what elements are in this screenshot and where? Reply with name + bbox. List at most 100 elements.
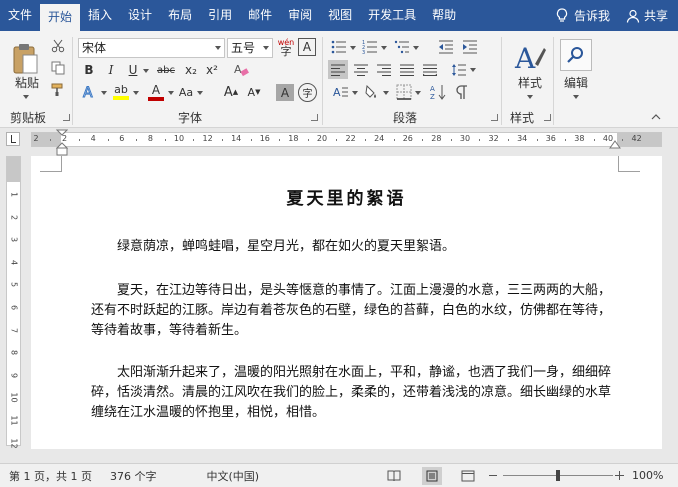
paste-label[interactable]: 粘贴: [12, 74, 42, 90]
tab-review[interactable]: 审阅: [280, 0, 320, 31]
borders-dropdown-arrow[interactable]: [415, 91, 421, 95]
tab-insert[interactable]: 插入: [80, 0, 120, 31]
tab-layout[interactable]: 布局: [160, 0, 200, 31]
cut-button[interactable]: [50, 38, 66, 54]
enclose-characters-button[interactable]: 字: [298, 83, 317, 102]
clear-formatting-button[interactable]: A: [231, 60, 251, 80]
highlight-dropdown-arrow[interactable]: [133, 91, 139, 95]
font-color-dropdown-arrow[interactable]: [168, 91, 174, 95]
zoom-slider-thumb[interactable]: [556, 470, 560, 481]
phonetic-guide-button[interactable]: wén 字: [276, 36, 296, 58]
document-title[interactable]: 夏天里的絮语: [31, 184, 662, 209]
ruler-tick-label: 18: [288, 134, 299, 143]
show-marks-button[interactable]: [452, 82, 472, 102]
document-paragraph[interactable]: 太阳渐渐升起来了，温暖的阳光照射在水面上，平和，静谧，也洒了我们一身，细细碎碎，…: [91, 363, 611, 423]
styles-button[interactable]: A: [510, 37, 550, 77]
bullets-button[interactable]: [329, 38, 349, 56]
tell-me-box[interactable]: 告诉我: [556, 7, 626, 24]
highlight-button[interactable]: ab: [111, 82, 131, 102]
italic-button[interactable]: I: [102, 61, 120, 79]
web-layout-button[interactable]: [458, 467, 478, 485]
line-spacing-dropdown-arrow[interactable]: [470, 68, 476, 72]
chinese-layout-dropdown-arrow[interactable]: [352, 91, 358, 95]
tab-file[interactable]: 文件: [0, 0, 40, 31]
word-count[interactable]: 376 个字: [92, 468, 157, 484]
editing-label[interactable]: 编辑: [558, 74, 594, 90]
styles-launcher[interactable]: [544, 114, 551, 121]
styles-dropdown-arrow[interactable]: [527, 95, 533, 99]
zoom-in-button[interactable]: [615, 471, 624, 480]
document-page[interactable]: 夏天里的絮语 绿意荫凉，蝉鸣蛙唱，星空月光，都在如火的夏天里絮语。 夏天，在江边…: [31, 156, 662, 449]
tab-view[interactable]: 视图: [320, 0, 360, 31]
horizontal-ruler[interactable]: 2 2 4 6 8 10 12 14 16 18 20 22 24 26 28 30 32 34 36 38 40 42: [31, 132, 662, 147]
subscript-button[interactable]: x₂: [182, 61, 200, 79]
change-case-button[interactable]: Aa: [177, 82, 195, 102]
sort-az-button[interactable]: AZ: [428, 82, 448, 102]
zoom-level[interactable]: 100%: [632, 469, 663, 482]
align-right-button[interactable]: [374, 60, 394, 79]
document-paragraph[interactable]: 绿意荫凉，蝉鸣蛙唱，星空月光，都在如火的夏天里絮语。: [91, 237, 611, 257]
copy-button[interactable]: [50, 60, 66, 76]
character-border-button[interactable]: A: [298, 38, 316, 56]
justify-icon: [400, 64, 414, 76]
zoom-out-button[interactable]: [489, 475, 497, 476]
share-button[interactable]: 共享: [626, 7, 678, 24]
distributed-button[interactable]: [420, 60, 440, 79]
underline-dropdown-arrow[interactable]: [143, 69, 149, 73]
page-count[interactable]: 第 1 页，共 1 页: [0, 468, 92, 484]
justify-button[interactable]: [397, 60, 417, 79]
vertical-ruler[interactable]: 1 2 3 4 5 6 7 8 9 10 11 12: [6, 156, 21, 448]
tab-developer[interactable]: 开发工具: [360, 0, 424, 31]
styles-label[interactable]: 样式: [510, 74, 550, 90]
right-indent-marker-icon[interactable]: [609, 140, 621, 150]
bullets-dropdown-arrow[interactable]: [350, 46, 356, 50]
language-indicator[interactable]: 中文(中国): [156, 468, 259, 484]
tab-design[interactable]: 设计: [120, 0, 160, 31]
collapse-ribbon-button[interactable]: [648, 111, 664, 123]
font-launcher[interactable]: [311, 114, 318, 121]
text-effects-button[interactable]: A: [80, 82, 98, 102]
tab-help[interactable]: 帮助: [424, 0, 464, 31]
numbering-button[interactable]: 123: [360, 38, 380, 56]
bold-button[interactable]: B: [80, 61, 98, 79]
underline-button[interactable]: U: [124, 61, 142, 79]
multilevel-list-button[interactable]: [392, 38, 412, 56]
tab-mailings[interactable]: 邮件: [240, 0, 280, 31]
clipboard-launcher[interactable]: [63, 114, 70, 121]
chinese-layout-button[interactable]: A: [331, 82, 351, 102]
font-name-combo[interactable]: 宋体: [78, 38, 225, 58]
decrease-indent-button[interactable]: [436, 38, 456, 56]
paragraph-launcher[interactable]: [491, 114, 498, 121]
paste-dropdown-arrow[interactable]: [23, 95, 29, 99]
shading-dropdown-arrow[interactable]: [383, 91, 389, 95]
document-paragraph[interactable]: 夏天，在江边等待日出，是头等惬意的事情了。江面上漫漫的水意，三三两两的大船，还有…: [91, 281, 611, 341]
superscript-button[interactable]: x²: [203, 61, 221, 79]
sort-icon: AZ: [430, 85, 446, 100]
tab-references[interactable]: 引用: [200, 0, 240, 31]
character-shading-button[interactable]: A: [276, 84, 294, 101]
strikethrough-button[interactable]: abc: [154, 61, 178, 79]
align-left-button[interactable]: [328, 60, 348, 79]
editing-button[interactable]: [560, 39, 592, 71]
read-mode-button[interactable]: [384, 467, 404, 485]
ruler-tick-label: 24: [374, 134, 385, 143]
tab-selector-button[interactable]: [6, 132, 20, 146]
editing-dropdown-arrow[interactable]: [573, 95, 579, 99]
multilevel-dropdown-arrow[interactable]: [413, 46, 419, 50]
increase-indent-button[interactable]: [460, 38, 480, 56]
font-color-button[interactable]: A: [146, 82, 166, 102]
borders-button[interactable]: [394, 82, 414, 102]
text-effects-dropdown-arrow[interactable]: [101, 91, 107, 95]
line-spacing-button[interactable]: [449, 60, 469, 79]
grow-font-button[interactable]: A ▲: [222, 82, 240, 102]
numbering-dropdown-arrow[interactable]: [381, 46, 387, 50]
font-size-combo[interactable]: 五号: [227, 38, 273, 58]
align-center-button[interactable]: [351, 60, 371, 79]
print-layout-button[interactable]: [422, 467, 442, 485]
indent-marker-icon[interactable]: [56, 129, 68, 157]
change-case-dropdown-arrow[interactable]: [197, 91, 203, 95]
format-painter-button[interactable]: [50, 82, 66, 98]
shrink-font-button[interactable]: A ▼: [245, 82, 263, 102]
sort-button[interactable]: [362, 82, 382, 102]
tab-home[interactable]: 开始: [40, 4, 81, 31]
